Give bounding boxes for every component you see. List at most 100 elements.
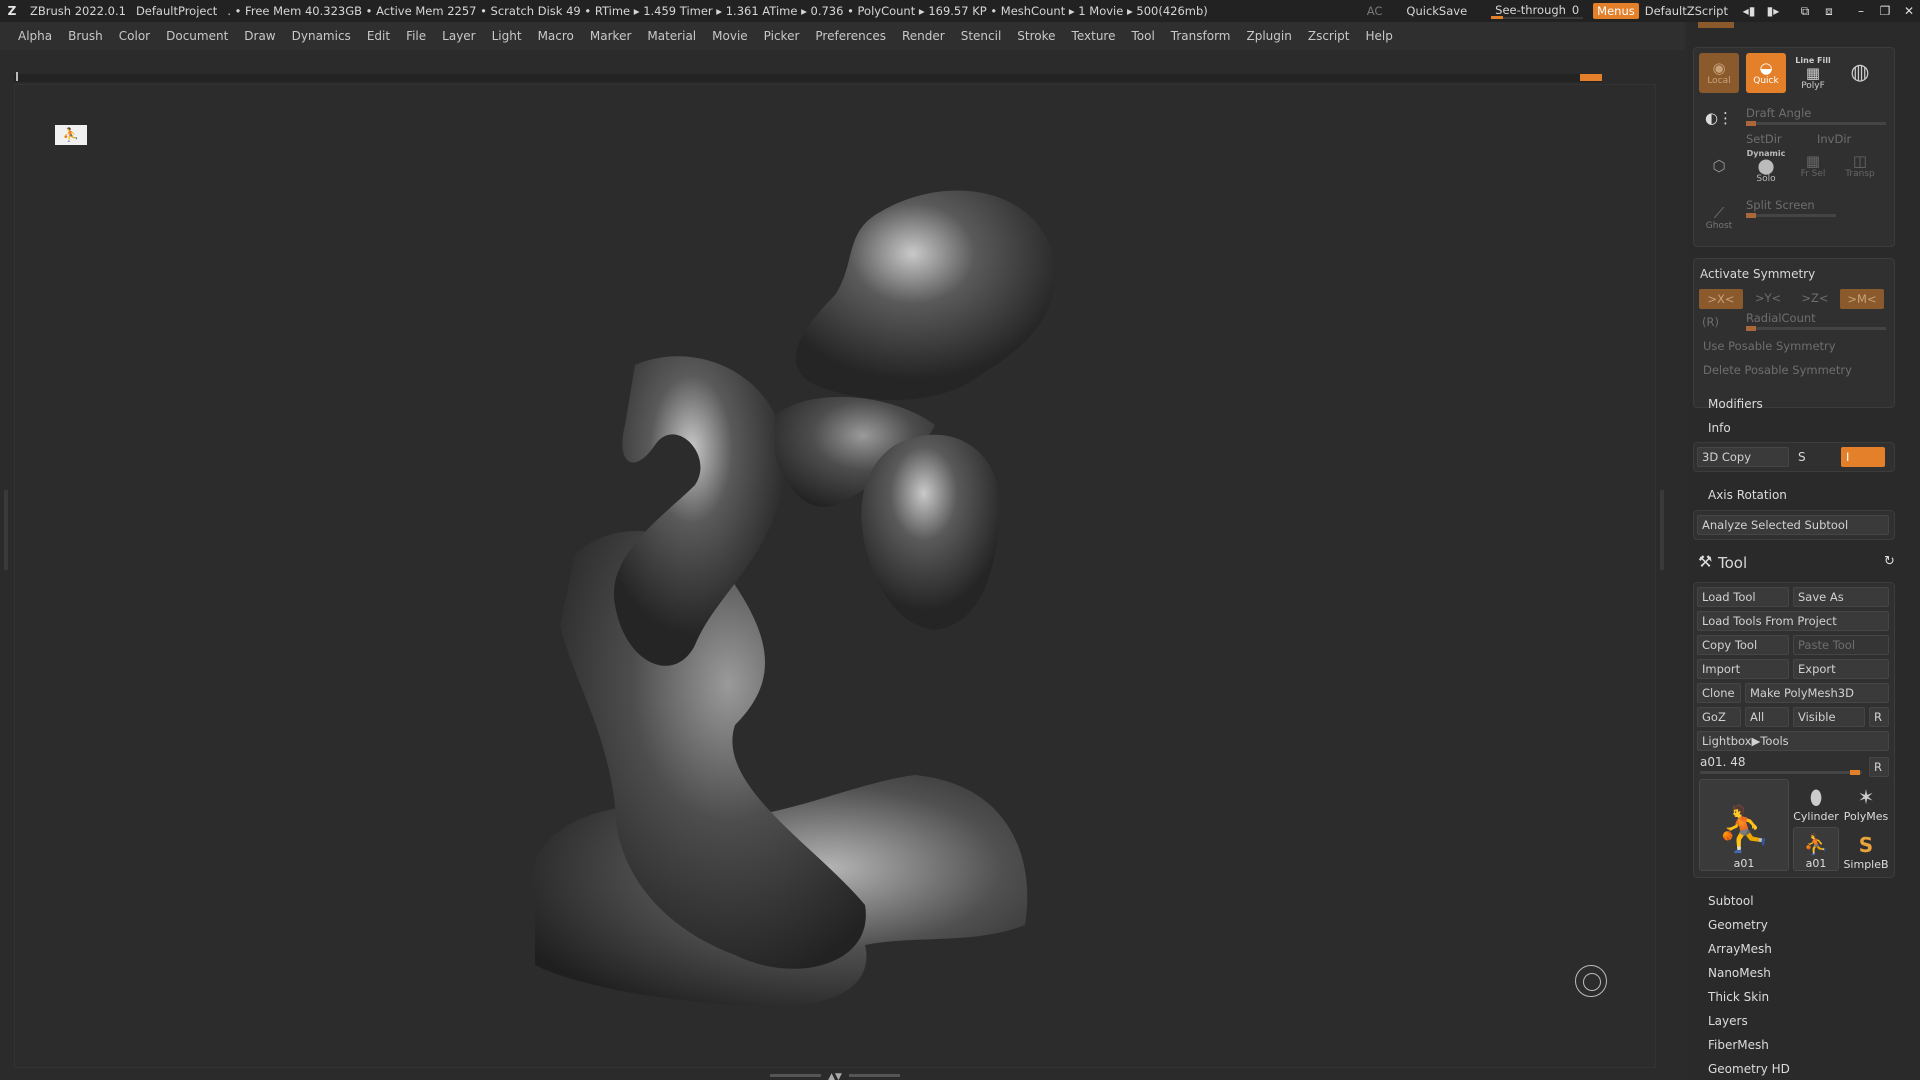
menu-brush[interactable]: Brush — [68, 29, 103, 43]
split-screen-knob[interactable] — [1746, 213, 1756, 218]
subtool-section[interactable]: Subtool — [1708, 894, 1754, 908]
split-screen-slider[interactable] — [1746, 213, 1836, 218]
3d-copy-s-label[interactable]: S — [1798, 450, 1806, 464]
tool-slider-knob[interactable] — [1850, 770, 1860, 775]
invdir-button[interactable]: InvDir — [1817, 132, 1851, 146]
menu-help[interactable]: Help — [1366, 29, 1393, 43]
menu-draw[interactable]: Draw — [244, 29, 275, 43]
menu-edit[interactable]: Edit — [367, 29, 390, 43]
lightbox-tools-button[interactable]: Lightbox▶Tools — [1697, 731, 1889, 751]
menu-tool[interactable]: Tool — [1131, 29, 1154, 43]
transp-button[interactable]: ◫ Transp — [1840, 146, 1880, 186]
modifiers-section[interactable]: Modifiers — [1708, 397, 1763, 411]
rotate-gizmo-icon[interactable] — [1575, 965, 1607, 997]
menus-button[interactable]: Menus — [1593, 3, 1639, 19]
goz-visible-button[interactable]: Visible — [1793, 707, 1865, 727]
3d-copy-i-field[interactable]: I — [1841, 447, 1885, 467]
timeline-strip[interactable] — [14, 72, 1602, 82]
menu-dynamics[interactable]: Dynamics — [292, 29, 351, 43]
goz-r-button[interactable]: R — [1869, 707, 1889, 727]
nanomesh-section[interactable]: NanoMesh — [1708, 966, 1771, 980]
tool-thumb-a01-small[interactable]: ⛹ a01 — [1793, 827, 1839, 871]
ghost-button[interactable]: ⟋ Ghost — [1699, 198, 1739, 238]
tool-palette-title[interactable]: Tool — [1718, 554, 1747, 572]
quicksave-button[interactable]: QuickSave — [1406, 4, 1467, 18]
goz-all-button[interactable]: All — [1745, 707, 1789, 727]
setdir-button[interactable]: SetDir — [1746, 132, 1782, 146]
menu-transform[interactable]: Transform — [1171, 29, 1231, 43]
export-button[interactable]: Export — [1793, 659, 1889, 679]
layers-section[interactable]: Layers — [1708, 1014, 1748, 1028]
menu-stencil[interactable]: Stencil — [961, 29, 1002, 43]
solo-button[interactable]: Dynamic ⬤ Solo — [1746, 146, 1786, 186]
menu-zplugin[interactable]: Zplugin — [1247, 29, 1292, 43]
analyze-selected-subtool-button[interactable]: Analyze Selected Subtool — [1697, 515, 1889, 535]
clone-button[interactable]: Clone — [1697, 683, 1741, 703]
sculpt-model[interactable] — [15, 85, 1657, 1069]
save-as-button[interactable]: Save As — [1793, 587, 1889, 607]
menu-movie[interactable]: Movie — [712, 29, 748, 43]
restore-icon[interactable]: ❐ — [1874, 4, 1896, 18]
menu-preferences[interactable]: Preferences — [815, 29, 886, 43]
3d-copy-button[interactable]: 3D Copy — [1697, 447, 1789, 467]
menu-layer[interactable]: Layer — [442, 29, 475, 43]
sphere-icon[interactable]: ◍ — [1840, 53, 1880, 93]
menu-alpha[interactable]: Alpha — [18, 29, 52, 43]
menu-material[interactable]: Material — [647, 29, 696, 43]
menu-document[interactable]: Document — [166, 29, 228, 43]
menu-file[interactable]: File — [406, 29, 426, 43]
menu-picker[interactable]: Picker — [764, 29, 800, 43]
radial-count-knob[interactable] — [1746, 326, 1756, 331]
tool-refresh-icon[interactable]: ↻ — [1884, 554, 1895, 569]
dock-icon[interactable]: ⧈ — [1818, 4, 1840, 19]
menu-stroke[interactable]: Stroke — [1017, 29, 1055, 43]
timeline-marker[interactable] — [1580, 74, 1602, 81]
copy-tool-button[interactable]: Copy Tool — [1697, 635, 1789, 655]
minimize-icon[interactable]: – — [1850, 4, 1872, 18]
tool-thumb-cylinder[interactable]: ⬮ Cylinder — [1793, 779, 1839, 823]
tool-r-button[interactable]: R — [1869, 757, 1889, 777]
radial-count-slider[interactable] — [1746, 326, 1886, 331]
local-button[interactable]: ◉ Local — [1699, 53, 1739, 93]
right-tray-grip[interactable] — [1660, 490, 1664, 570]
quick-button[interactable]: ◒ Quick — [1746, 53, 1786, 93]
bottom-tray-grip[interactable]: ▲▼ — [770, 1072, 900, 1080]
menu-macro[interactable]: Macro — [538, 29, 574, 43]
polyf-button[interactable]: Line Fill ▦ PolyF — [1793, 53, 1833, 93]
menu-light[interactable]: Light — [492, 29, 522, 43]
arraymesh-section[interactable]: ArrayMesh — [1708, 942, 1772, 956]
symmetry-z-button[interactable]: >Z< — [1793, 289, 1837, 309]
menu-texture[interactable]: Texture — [1072, 29, 1116, 43]
menu-render[interactable]: Render — [902, 29, 945, 43]
menu-marker[interactable]: Marker — [590, 29, 631, 43]
load-tools-from-project-button[interactable]: Load Tools From Project — [1697, 611, 1889, 631]
make-polymesh3d-button[interactable]: Make PolyMesh3D — [1745, 683, 1889, 703]
geometry-section[interactable]: Geometry — [1708, 918, 1768, 932]
thick-skin-section[interactable]: Thick Skin — [1708, 990, 1769, 1004]
draft-angle-knob[interactable] — [1746, 121, 1756, 126]
see-through-slider[interactable]: See-through 0 — [1491, 3, 1584, 19]
symmetry-r-button[interactable]: (R) — [1702, 315, 1719, 329]
symmetry-x-button[interactable]: >X< — [1699, 289, 1743, 309]
layout-right-icon[interactable]: ▮▸ — [1762, 4, 1784, 18]
figure-icon[interactable]: ⛹ — [55, 125, 87, 145]
info-section[interactable]: Info — [1708, 421, 1731, 435]
paste-tool-button[interactable]: Paste Tool — [1793, 635, 1889, 655]
delete-posable-symmetry-button[interactable]: Delete Posable Symmetry — [1699, 361, 1889, 381]
symmetry-m-button[interactable]: >M< — [1840, 289, 1884, 309]
cube-icon[interactable]: ⬡ — [1699, 146, 1739, 186]
left-tray-grip[interactable] — [4, 490, 8, 570]
window-icon[interactable]: ⧉ — [1794, 4, 1816, 19]
draft-angle-slider[interactable] — [1746, 121, 1886, 126]
menu-zscript[interactable]: Zscript — [1308, 29, 1350, 43]
fibermesh-section[interactable]: FiberMesh — [1708, 1038, 1769, 1052]
import-button[interactable]: Import — [1697, 659, 1789, 679]
geometry-hd-section[interactable]: Geometry HD — [1708, 1062, 1790, 1076]
document-canvas[interactable]: ⛹ — [14, 84, 1656, 1068]
ac-indicator[interactable]: AC — [1367, 4, 1383, 18]
tool-slider[interactable] — [1700, 770, 1862, 775]
see-through-knob[interactable] — [1491, 16, 1504, 19]
close-icon[interactable]: ✕ — [1898, 4, 1920, 18]
frsel-button[interactable]: ▦ Fr Sel — [1793, 146, 1833, 186]
tool-thumb-a01[interactable]: ⛹ a01 — [1699, 779, 1789, 871]
